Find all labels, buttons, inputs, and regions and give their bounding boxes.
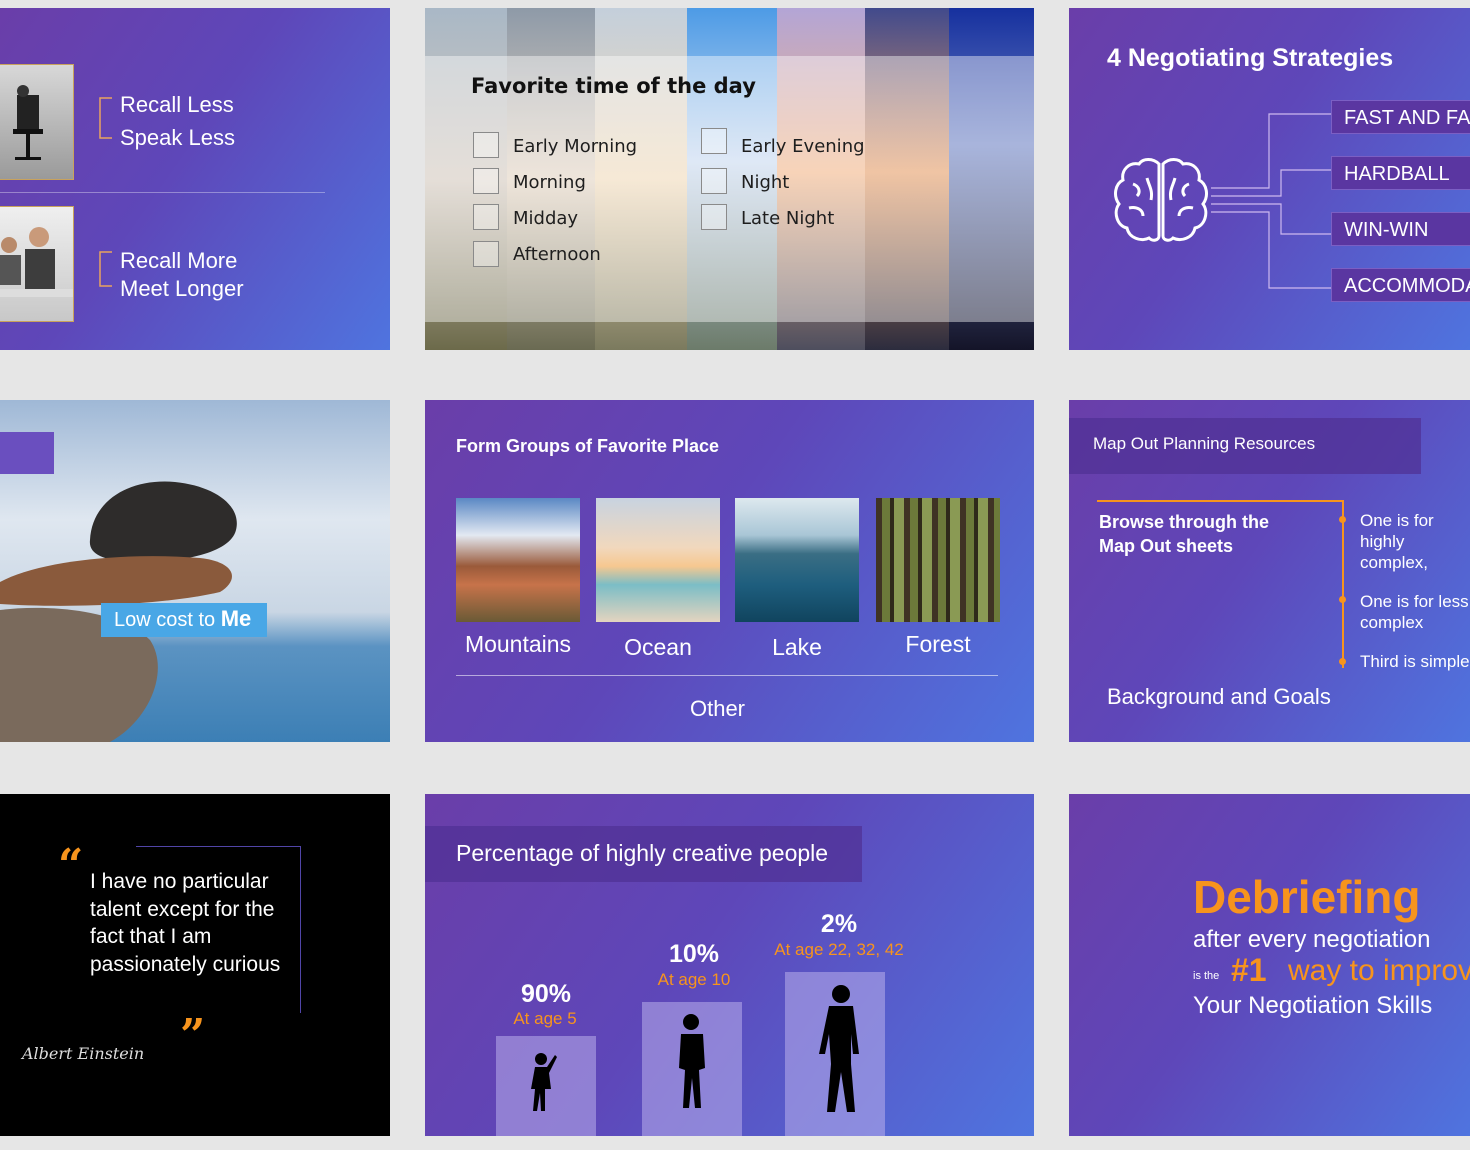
option-early-morning: Early Morning	[513, 136, 638, 157]
bullet-dot-2	[1339, 596, 1346, 603]
lake-image	[735, 498, 859, 622]
is-the-label: is the	[1193, 970, 1220, 982]
caption-prefix: Low cost to	[114, 609, 221, 631]
browse-text: Browse through the Map Out sheets	[1099, 512, 1269, 556]
label-lake: Lake	[772, 634, 822, 660]
slide-thumbnail-8[interactable]: Percentage of highly creative people 90%…	[425, 794, 1034, 1136]
label-age-10: At age 10	[657, 970, 731, 989]
bracket-connector-top	[99, 97, 112, 139]
checkbox-late-night[interactable]	[701, 204, 727, 230]
option-afternoon: Afternoon	[513, 244, 601, 265]
quote-text: I have no particular talent except for t…	[90, 870, 281, 976]
strategy-hardball: HARDBALL	[1331, 156, 1470, 190]
caption-text: Low cost to Me	[114, 606, 251, 632]
open-quote-mark: “	[58, 840, 84, 891]
slide-title: Map Out Planning Resources	[1093, 434, 1316, 453]
signature: Albert Einstein	[22, 1044, 145, 1063]
slide-thumbnail-6[interactable]: Map Out Planning Resources Browse throug…	[1069, 400, 1470, 742]
bullet-2: One is for less complex negotiations	[1360, 592, 1469, 635]
label-other: Other	[689, 696, 746, 721]
strategy-accommodate: ACCOMMODATE	[1331, 268, 1470, 302]
slide-title: Favorite time of the day	[471, 74, 756, 98]
checkbox-night[interactable]	[701, 168, 727, 194]
purple-tab	[0, 432, 54, 474]
option-midday: Midday	[513, 208, 579, 229]
bottom-line-1: Recall More	[120, 248, 238, 273]
option-morning: Morning	[513, 172, 586, 193]
strategy-fast-and-fair: FAST AND FAIR	[1331, 100, 1470, 134]
slide-thumbnail-4[interactable]: Low cost to Me	[0, 400, 390, 742]
forest-image	[876, 498, 1000, 622]
headline: Debriefing	[1193, 871, 1421, 923]
slide-thumbnail-7[interactable]: “ I have no particular talent except for…	[0, 794, 390, 1136]
mountains-image	[456, 498, 580, 622]
meeting-photo	[0, 206, 74, 322]
slide-thumbnail-5[interactable]: Form Groups of Favorite Place Mountains …	[425, 400, 1034, 742]
strategy-win-win: WIN-WIN	[1331, 212, 1470, 246]
divider	[0, 192, 325, 193]
divider	[456, 675, 998, 676]
adult-silhouette-icon	[819, 985, 859, 1112]
bullet-1: One is for highly complex, multi-million…	[1360, 511, 1450, 576]
line-3: Your Negotiation Skills	[1193, 992, 1433, 1019]
bullet-dot-1	[1339, 516, 1346, 523]
caption-emphasis: Me	[220, 606, 252, 631]
strategy-connectors	[1211, 113, 1331, 289]
top-line-2: Speak Less	[120, 125, 235, 150]
bullet-3: Third is simple	[1360, 652, 1470, 671]
number-one: #1	[1231, 952, 1267, 988]
checkbox-afternoon[interactable]	[473, 241, 499, 267]
slide-thumbnail-2[interactable]: Favorite time of the day Early Morning M…	[425, 8, 1034, 350]
slide-thumbnail-1[interactable]: Recall Less Speak Less Recall More Meet …	[0, 8, 390, 350]
option-early-evening: Early Evening	[741, 136, 865, 157]
checkbox-early-evening[interactable]	[701, 128, 727, 154]
close-quote-mark: ”	[180, 1010, 206, 1061]
slide-thumbnail-3[interactable]: 4 Negotiating Strategies FAST AND FAIR H…	[1069, 8, 1470, 350]
teen-silhouette-icon	[679, 1014, 705, 1108]
slide-title: Percentage of highly creative people	[456, 840, 829, 866]
checkbox-morning[interactable]	[473, 168, 499, 194]
label-ocean: Ocean	[624, 634, 692, 660]
label-forest: Forest	[905, 631, 971, 657]
office-chair-photo	[0, 64, 74, 180]
checkbox-midday[interactable]	[473, 204, 499, 230]
option-night: Night	[741, 172, 790, 193]
pct-age-22-32-42: 2%	[820, 910, 858, 938]
slide-title: Form Groups of Favorite Place	[456, 436, 720, 456]
option-late-night: Late Night	[741, 208, 835, 229]
label-mountains: Mountains	[464, 631, 572, 657]
ocean-image	[596, 498, 720, 622]
label-age-22-32-42: At age 22, 32, 42	[774, 940, 904, 959]
way-text: way to improve	[1288, 954, 1470, 987]
brain-icon	[1114, 158, 1208, 242]
checkbox-early-morning[interactable]	[473, 132, 499, 158]
slide-thumbnail-9[interactable]: Debriefing after every negotiation is th…	[1069, 794, 1470, 1136]
child-silhouette-icon	[531, 1053, 557, 1111]
label-age-5: At age 5	[513, 1009, 577, 1028]
orange-vertical	[1342, 500, 1344, 668]
footer-text: Background and Goals	[1107, 684, 1331, 709]
top-line-1: Recall Less	[120, 92, 234, 117]
slide-title: 4 Negotiating Strategies	[1107, 44, 1394, 72]
orange-rule	[1097, 500, 1343, 502]
bracket-connector-bottom	[99, 251, 112, 287]
line-1: after every negotiation	[1193, 926, 1431, 953]
bottom-line-2: Meet Longer	[120, 276, 244, 301]
bullet-dot-3	[1339, 658, 1346, 665]
